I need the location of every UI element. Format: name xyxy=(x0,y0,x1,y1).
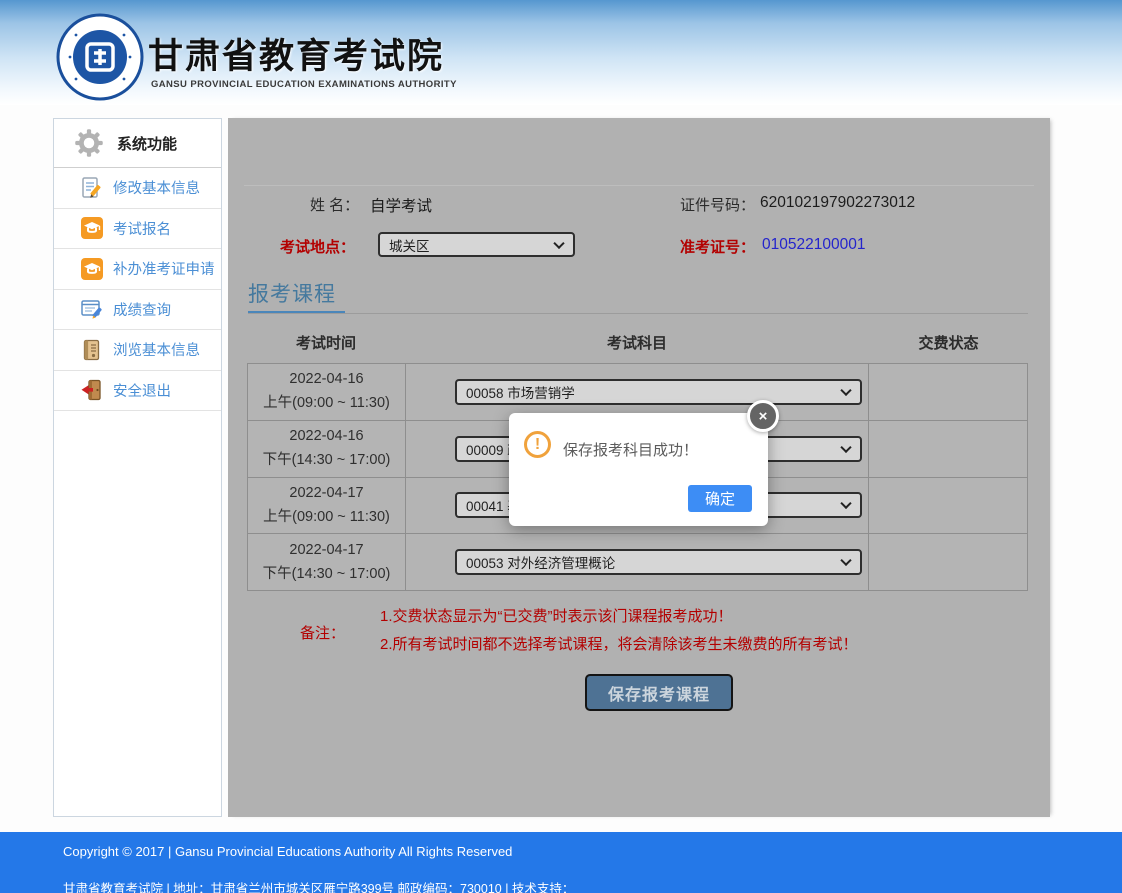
sidebar-header: 系统功能 xyxy=(54,119,221,168)
exam-time-cell: 2022-04-17 下午(14:30 ~ 17:00) xyxy=(248,534,406,590)
sidebar-item-label: 成绩查询 xyxy=(113,299,171,320)
chevron-down-icon xyxy=(840,385,851,396)
sidebar-item-browse-info[interactable]: 浏览基本信息 xyxy=(54,330,221,371)
exam-time-cell: 2022-04-17 上午(09:00 ~ 11:30) xyxy=(248,478,406,534)
exam-time-cell: 2022-04-16 上午(09:00 ~ 11:30) xyxy=(248,364,406,420)
sidebar-item-score-query[interactable]: 成绩查询 xyxy=(54,290,221,331)
table-row: 2022-04-17 下午(14:30 ~ 17:00) 00053 对外经济管… xyxy=(248,533,1027,590)
site-subtitle: GANSU PROVINCIAL EDUCATION EXAMINATIONS … xyxy=(151,79,457,90)
exam-subject-cell: 00053 对外经济管理概论 xyxy=(406,534,869,590)
exam-date: 2022-04-17 xyxy=(289,485,363,501)
exam-date: 2022-04-16 xyxy=(289,428,363,444)
gear-icon xyxy=(74,128,104,158)
sidebar-header-label: 系统功能 xyxy=(117,133,177,154)
name-label: 姓 名： xyxy=(310,194,359,215)
exam-time: 上午(09:00 ~ 11:30) xyxy=(263,505,390,526)
chevron-down-icon xyxy=(553,237,564,248)
close-icon[interactable]: × xyxy=(747,400,779,432)
site-header: 甘肃省教育考试院 GANSU PROVINCIAL EDUCATION EXAM… xyxy=(0,0,1122,105)
sidebar-item-label: 考试报名 xyxy=(113,218,171,239)
exam-location-select[interactable]: 城关区 xyxy=(378,232,575,257)
address-text: 甘肃省教育考试院 | 地址：甘肃省兰州市城关区雁宁路399号 邮政编码：7300… xyxy=(63,878,574,893)
ok-button[interactable]: 确定 xyxy=(688,485,752,512)
exam-time: 下午(14:30 ~ 17:00) xyxy=(263,562,391,583)
success-dialog: × ! 保存报考科目成功！ 确定 xyxy=(509,413,768,526)
note-line: 2.所有考试时间都不选择考试课程，将会清除该考生未缴费的所有考试！ xyxy=(380,633,858,654)
subject-select[interactable]: 00053 对外经济管理概论 xyxy=(455,549,862,575)
notes-label: 备注： xyxy=(300,622,345,643)
subject-value: 00058 市场营销学 xyxy=(466,382,575,402)
divider xyxy=(248,313,1028,314)
save-courses-button[interactable]: 保存报考课程 xyxy=(585,674,733,711)
sidebar-item-logout[interactable]: 安全退出 xyxy=(54,371,221,412)
exam-date: 2022-04-17 xyxy=(289,542,363,558)
column-header-exam-time: 考试时间 xyxy=(247,332,405,353)
subject-select[interactable]: 00058 市场营销学 xyxy=(455,379,862,405)
table-row: 2022-04-16 上午(09:00 ~ 11:30) 00058 市场营销学 xyxy=(248,364,1027,420)
exam-time-cell: 2022-04-16 下午(14:30 ~ 17:00) xyxy=(248,421,406,477)
payment-status-cell xyxy=(869,478,1027,534)
sidebar-item-admission-ticket[interactable]: 补办准考证申请 xyxy=(54,249,221,290)
note-line: 1.交费状态显示为“已交费”时表示该门课程报考成功！ xyxy=(380,605,733,626)
sidebar-item-label: 补办准考证申请 xyxy=(113,258,215,279)
divider xyxy=(244,185,1034,186)
exam-time: 下午(14:30 ~ 17:00) xyxy=(263,448,391,469)
exam-location-value: 城关区 xyxy=(389,235,430,255)
payment-status-cell xyxy=(869,364,1027,420)
id-number-label: 证件号码： xyxy=(680,194,755,215)
chevron-down-icon xyxy=(840,555,851,566)
sidebar: 系统功能 修改基本信息 考试报名 xyxy=(53,118,222,817)
heading-accent-bar xyxy=(248,311,345,313)
site-footer: Copyright © 2017 | Gansu Provincial Educ… xyxy=(0,832,1122,893)
warning-icon: ! xyxy=(524,431,551,458)
section-heading: 报考课程 xyxy=(248,278,336,308)
exam-location-label: 考试地点： xyxy=(280,236,355,257)
sidebar-item-label: 浏览基本信息 xyxy=(113,339,200,360)
column-header-payment-status: 交费状态 xyxy=(869,332,1028,353)
ticket-number-value: 010522100001 xyxy=(762,236,865,254)
logout-icon xyxy=(80,378,104,402)
browse-info-icon xyxy=(80,338,104,362)
payment-status-cell xyxy=(869,421,1027,477)
score-query-icon xyxy=(80,297,104,321)
dialog-message: 保存报考科目成功！ xyxy=(563,439,698,460)
page: 甘肃省教育考试院 GANSU PROVINCIAL EDUCATION EXAM… xyxy=(0,0,1122,893)
sidebar-item-exam-register[interactable]: 考试报名 xyxy=(54,209,221,250)
site-logo-icon xyxy=(56,13,144,101)
payment-status-cell xyxy=(869,534,1027,590)
ticket-number-label: 准考证号： xyxy=(680,236,755,257)
admission-ticket-icon xyxy=(80,257,104,281)
edit-info-icon xyxy=(80,176,104,200)
id-number-value: 620102197902273012 xyxy=(760,194,915,212)
chevron-down-icon xyxy=(840,498,851,509)
sidebar-item-label: 安全退出 xyxy=(113,380,171,401)
exam-subject-cell: 00058 市场营销学 xyxy=(406,364,869,420)
sidebar-item-edit-info[interactable]: 修改基本信息 xyxy=(54,168,221,209)
exam-time: 上午(09:00 ~ 11:30) xyxy=(263,391,390,412)
site-title: 甘肃省教育考试院 xyxy=(148,28,444,79)
sidebar-item-label: 修改基本信息 xyxy=(113,177,200,198)
name-value: 自学考试 xyxy=(370,194,432,216)
copyright-text: Copyright © 2017 | Gansu Provincial Educ… xyxy=(63,844,512,859)
subject-value: 00053 对外经济管理概论 xyxy=(466,552,615,572)
column-header-exam-subject: 考试科目 xyxy=(405,332,869,353)
exam-register-icon xyxy=(80,216,104,240)
chevron-down-icon xyxy=(840,441,851,452)
exam-date: 2022-04-16 xyxy=(289,371,363,387)
